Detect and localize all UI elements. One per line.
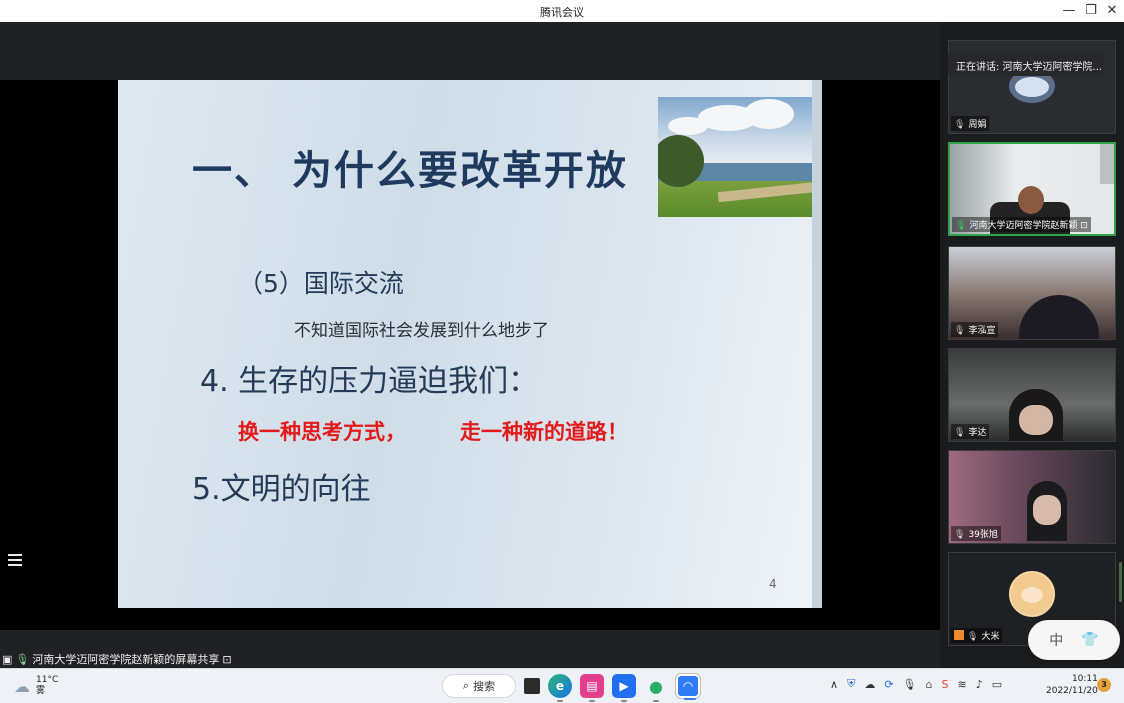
chevron-up-icon[interactable]: ∧	[830, 678, 838, 691]
wifi-icon[interactable]: ≋	[957, 678, 966, 691]
weather-desc: 雾	[36, 686, 46, 696]
mic-on-icon: 🎙	[15, 652, 30, 666]
restore-button[interactable]: ❐	[1082, 3, 1100, 18]
participant-tile[interactable]: 🎙 39张旭	[948, 450, 1116, 544]
mic-muted-icon: 🎙	[967, 632, 979, 642]
mic-muted-icon: 🎙	[954, 120, 966, 130]
user-icon: ⊡	[1080, 221, 1088, 231]
mic-muted-icon: 🎙	[954, 428, 966, 438]
slide-item-survival-pressure: 4. 生存的压力逼迫我们：	[200, 364, 539, 399]
speaking-label: 正在讲话: 河南大学迈阿密学院...	[956, 62, 1103, 73]
weather-widget[interactable]: ☁ 11°C 雾	[14, 675, 58, 697]
screen-share-bar[interactable]: ▣ 🎙 河南大学迈阿密学院赵新颖的屏幕共享 ⊡	[0, 650, 232, 668]
participant-tile[interactable]: 🎙 李泓宣	[948, 246, 1116, 340]
taskbar-search[interactable]: ⌕ 搜索	[442, 674, 516, 698]
slide-title: 一、 为什么要改革开放	[192, 148, 628, 194]
screen-share-icon: ▣	[2, 652, 13, 666]
participant-sidebar: 🎙周娟 🎙 正在讲话: 河南大学迈阿密学院... 🎙河南大学迈阿密学院赵新颖 ⊡…	[940, 22, 1124, 668]
slide-viewport: 一、 为什么要改革开放 （5）国际交流 不知道国际社会发展到什么地步了 4. 生…	[0, 80, 940, 630]
cloud-icon[interactable]: ☁	[864, 678, 875, 691]
taskbar-clock[interactable]: 10:11 2022/11/20	[1046, 673, 1098, 697]
participant-tile[interactable]: 🎙 李达	[948, 348, 1116, 442]
participant-name: 大米	[981, 632, 1000, 642]
search-label: 搜索	[473, 680, 496, 693]
wechat-icon[interactable]: ●	[644, 674, 668, 702]
slide-page-number: 4	[769, 577, 777, 591]
battery-icon[interactable]: ▭	[992, 678, 1002, 691]
participant-name: 39张旭	[968, 530, 998, 540]
search-icon: ⌕	[462, 679, 470, 692]
network-icon[interactable]: ⌂	[926, 678, 933, 691]
participant-name: 河南大学迈阿密学院赵新颖	[969, 221, 1078, 231]
sync-icon[interactable]: ⟳	[884, 678, 893, 691]
mic-on-icon: 🎙	[955, 221, 967, 231]
window-title: 腾讯会议	[540, 6, 584, 19]
clock-time: 10:11	[1071, 674, 1098, 684]
person-icon	[954, 630, 964, 640]
tencent-meeting-icon[interactable]: ◠	[676, 674, 700, 700]
edge-browser-icon[interactable]: e	[548, 674, 572, 702]
mic-muted-icon: 🎙	[954, 530, 966, 540]
speaking-indicator: 🎙 正在讲话: 河南大学迈阿密学院...	[948, 52, 1104, 76]
shirt-icon[interactable]: 👕	[1081, 632, 1098, 648]
taskbar: ☁ 11°C 雾 ⌕ 搜索 e ▤ ▶ ● ◠ ∧ ⛨ ☁ ⟳ 🎙 ⌂ S ≋ …	[0, 668, 1124, 703]
slide-slogan-2: 走一种新的道路！	[460, 420, 628, 444]
shared-screen-area: 一、 为什么要改革开放 （5）国际交流 不知道国际社会发展到什么地步了 4. 生…	[0, 22, 940, 668]
slide-slogan-1: 换一种思考方式，	[238, 420, 406, 444]
clock-date: 2022/11/20	[1046, 686, 1098, 696]
shield-icon[interactable]: ⛨	[847, 677, 855, 691]
slide-item-note: 不知道国际社会发展到什么地步了	[294, 321, 549, 341]
participant-tile-active[interactable]: 🎙 河南大学迈阿密学院赵新颖 ⊡	[948, 142, 1116, 236]
participant-name: 李泓宣	[968, 326, 996, 336]
close-button[interactable]: ✕	[1103, 3, 1121, 18]
presentation-slide: 一、 为什么要改革开放 （5）国际交流 不知道国际社会发展到什么地步了 4. 生…	[118, 80, 822, 608]
user-icon: ⊡	[222, 652, 232, 666]
start-button[interactable]	[412, 675, 434, 697]
slide-item-civilization: 5.文明的向往	[192, 472, 371, 507]
sidebar-scrollbar[interactable]	[1119, 562, 1122, 602]
fog-icon: ☁	[14, 676, 30, 696]
app-icon-blue[interactable]: ▶	[612, 674, 636, 702]
app-tray-icon[interactable]: S	[941, 678, 948, 691]
weather-temp: 11°C	[36, 675, 59, 685]
task-view-icon[interactable]	[524, 678, 540, 694]
volume-icon[interactable]: ♪	[976, 678, 983, 691]
ime-mode-toggle[interactable]: 中	[1049, 630, 1063, 650]
notification-badge[interactable]: 3	[1097, 678, 1111, 692]
participant-name: 周娟	[968, 120, 987, 130]
ime-toolbar[interactable]: 中 👕	[1028, 620, 1120, 660]
microphone-icon[interactable]: 🎙	[903, 678, 917, 691]
app-icon-pink[interactable]: ▤	[580, 674, 604, 702]
share-bar-label: 河南大学迈阿密学院赵新颖的屏幕共享	[32, 653, 220, 666]
window-titlebar: 腾讯会议 — ❐ ✕	[0, 0, 1124, 22]
participant-name: 李达	[968, 428, 987, 438]
slide-item-international-exchange: （5）国际交流	[238, 269, 404, 298]
mic-muted-icon: 🎙	[954, 326, 966, 336]
taskbar-apps: ⌕ 搜索 e ▤ ▶ ● ◠	[412, 673, 700, 702]
minimize-button[interactable]: —	[1060, 3, 1078, 18]
landscape-photo	[658, 97, 812, 217]
slide-side-strip	[812, 80, 822, 608]
list-menu-icon[interactable]	[8, 554, 22, 566]
system-tray: ∧ ⛨ ☁ ⟳ 🎙 ⌂ S ≋ ♪ ▭	[830, 677, 1002, 691]
